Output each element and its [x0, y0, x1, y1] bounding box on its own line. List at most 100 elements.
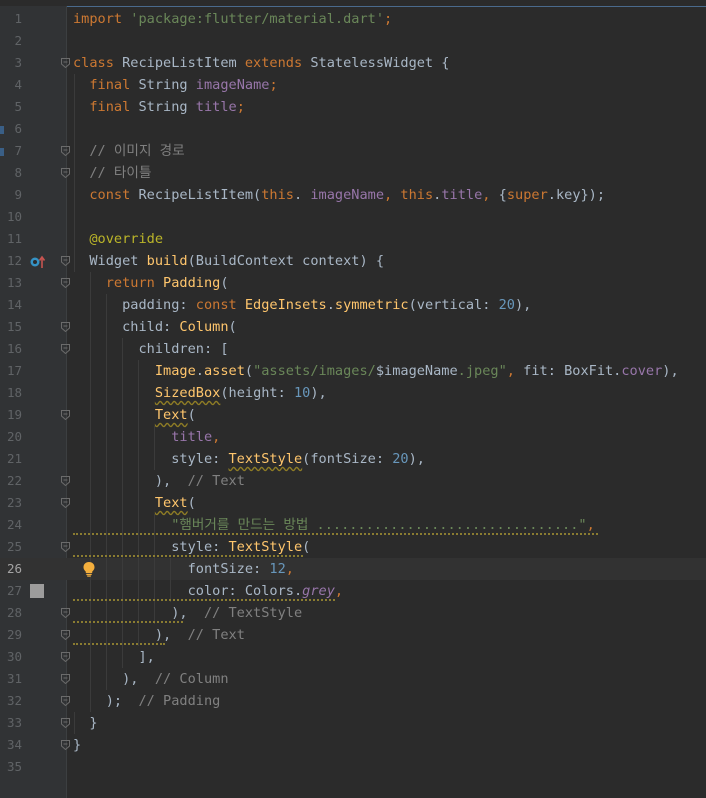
code-line[interactable]: 5 final String title;	[0, 96, 706, 118]
code-token: Text	[154, 407, 188, 423]
code-line[interactable]: 32 ); // Padding	[0, 690, 706, 712]
line-number[interactable]: 21	[0, 448, 22, 470]
code-token: .jpeg"	[457, 363, 507, 379]
line-number[interactable]: 11	[0, 228, 22, 250]
line-number[interactable]: 29	[0, 624, 22, 646]
line-number[interactable]: 27	[0, 580, 22, 602]
fold-marker-icon[interactable]	[61, 696, 70, 706]
code-line[interactable]: 10	[0, 206, 706, 228]
fold-marker-icon[interactable]	[61, 344, 70, 354]
line-number[interactable]: 8	[0, 162, 22, 184]
code-line[interactable]: 8 // 타이틀	[0, 162, 706, 184]
code-line[interactable]: 20 title,	[0, 426, 706, 448]
line-number[interactable]: 15	[0, 316, 22, 338]
code-token: ),	[662, 363, 679, 379]
code-line[interactable]: 16 children: [	[0, 338, 706, 360]
code-line[interactable]: 30 ],	[0, 646, 706, 668]
line-number[interactable]: 2	[0, 30, 22, 52]
line-number[interactable]: 13	[0, 272, 22, 294]
fold-marker-icon[interactable]	[61, 498, 70, 508]
code-line[interactable]: 29 ), // Text	[0, 624, 706, 646]
code-line[interactable]: 27 color: Colors.grey,	[0, 580, 706, 602]
code-line[interactable]: 3 class RecipeListItem extends StatelessW…	[0, 52, 706, 74]
code-token: title	[195, 99, 237, 115]
fold-marker-icon[interactable]	[61, 410, 70, 420]
code-line[interactable]: 33 }	[0, 712, 706, 734]
code-line[interactable]: 19 Text(	[0, 404, 706, 426]
line-number[interactable]: 22	[0, 470, 22, 492]
line-number[interactable]: 20	[0, 426, 22, 448]
line-number[interactable]: 35	[0, 756, 22, 778]
line-number[interactable]: 5	[0, 96, 22, 118]
code-line[interactable]: 6	[0, 118, 706, 140]
breakpoint-icon[interactable]	[30, 584, 44, 598]
code-line[interactable]: 15 child: Column(	[0, 316, 706, 338]
line-number[interactable]: 19	[0, 404, 22, 426]
line-number[interactable]: 16	[0, 338, 22, 360]
line-number[interactable]: 34	[0, 734, 22, 756]
line-number[interactable]: 10	[0, 206, 22, 228]
fold-marker-icon[interactable]	[61, 58, 70, 68]
code-line[interactable]: 2	[0, 30, 706, 52]
line-number[interactable]: 23	[0, 492, 22, 514]
line-number[interactable]: 1	[0, 8, 22, 30]
code-token: extends	[244, 55, 311, 71]
line-number[interactable]: 17	[0, 360, 22, 382]
line-number[interactable]: 14	[0, 294, 22, 316]
code-line[interactable]: 1 import 'package:flutter/material.dart';	[0, 8, 706, 30]
fold-marker-icon[interactable]	[61, 718, 70, 728]
line-number[interactable]: 26	[0, 558, 22, 580]
code-token: );	[73, 693, 123, 709]
code-line[interactable]: 13 return Padding(	[0, 272, 706, 294]
code-line[interactable]: 34}	[0, 734, 706, 756]
line-number[interactable]: 4	[0, 74, 22, 96]
code-token: (	[187, 495, 196, 511]
line-number[interactable]: 31	[0, 668, 22, 690]
code-line[interactable]: 31 ), // Column	[0, 668, 706, 690]
code-line[interactable]: 9 const RecipeListItem(this. imageName, …	[0, 184, 706, 206]
fold-marker-icon[interactable]	[61, 256, 70, 266]
line-number[interactable]: 12	[0, 250, 22, 272]
line-number[interactable]: 18	[0, 382, 22, 404]
code-line[interactable]: 21 style: TextStyle(fontSize: 20),	[0, 448, 706, 470]
code-line[interactable]: 17 Image.asset("assets/images/$imageName…	[0, 360, 706, 382]
line-number[interactable]: 25	[0, 536, 22, 558]
fold-marker-icon[interactable]	[61, 278, 70, 288]
line-number[interactable]: 9	[0, 184, 22, 206]
override-method-icon[interactable]	[30, 254, 46, 268]
code-token: ],	[73, 649, 155, 665]
code-line[interactable]: 24 "햄버거를 만드는 방법 ........................…	[0, 514, 706, 536]
line-number[interactable]: 33	[0, 712, 22, 734]
fold-marker-icon[interactable]	[61, 608, 70, 618]
code-line[interactable]: 23 Text(	[0, 492, 706, 514]
fold-marker-icon[interactable]	[61, 322, 70, 332]
line-number[interactable]: 28	[0, 602, 22, 624]
code-line[interactable]: 7 // 이미지 경로	[0, 140, 706, 162]
code-editor[interactable]: 1 import 'package:flutter/material.dart';…	[0, 8, 706, 778]
fold-marker-icon[interactable]	[61, 168, 70, 178]
line-number[interactable]: 32	[0, 690, 22, 712]
code-line[interactable]: 22 ), // Text	[0, 470, 706, 492]
fold-marker-icon[interactable]	[61, 630, 70, 640]
fold-marker-icon[interactable]	[61, 146, 70, 156]
code-line[interactable]: 11 @override	[0, 228, 706, 250]
line-number[interactable]: 3	[0, 52, 22, 74]
fold-marker-icon[interactable]	[61, 652, 70, 662]
code-line[interactable]: 18 SizedBox(height: 10),	[0, 382, 706, 404]
line-number[interactable]: 30	[0, 646, 22, 668]
code-line[interactable]: 4 final String imageName;	[0, 74, 706, 96]
code-line[interactable]: 26 fontSize: 12,	[0, 558, 706, 580]
code-line[interactable]: 25 style: TextStyle(	[0, 536, 706, 558]
fold-marker-icon[interactable]	[61, 740, 70, 750]
line-number[interactable]: 7	[0, 140, 22, 162]
line-number[interactable]: 6	[0, 118, 22, 140]
line-number[interactable]: 24	[0, 514, 22, 536]
code-line[interactable]: 35	[0, 756, 706, 778]
fold-marker-icon[interactable]	[61, 542, 70, 552]
fold-marker-icon[interactable]	[61, 674, 70, 684]
code-line[interactable]: 28 ), // TextStyle	[0, 602, 706, 624]
fold-marker-icon[interactable]	[61, 476, 70, 486]
code-line[interactable]: 14 padding: const EdgeInsets.symmetric(v…	[0, 294, 706, 316]
code-line[interactable]: 12 Widget build(BuildContext context) {	[0, 250, 706, 272]
